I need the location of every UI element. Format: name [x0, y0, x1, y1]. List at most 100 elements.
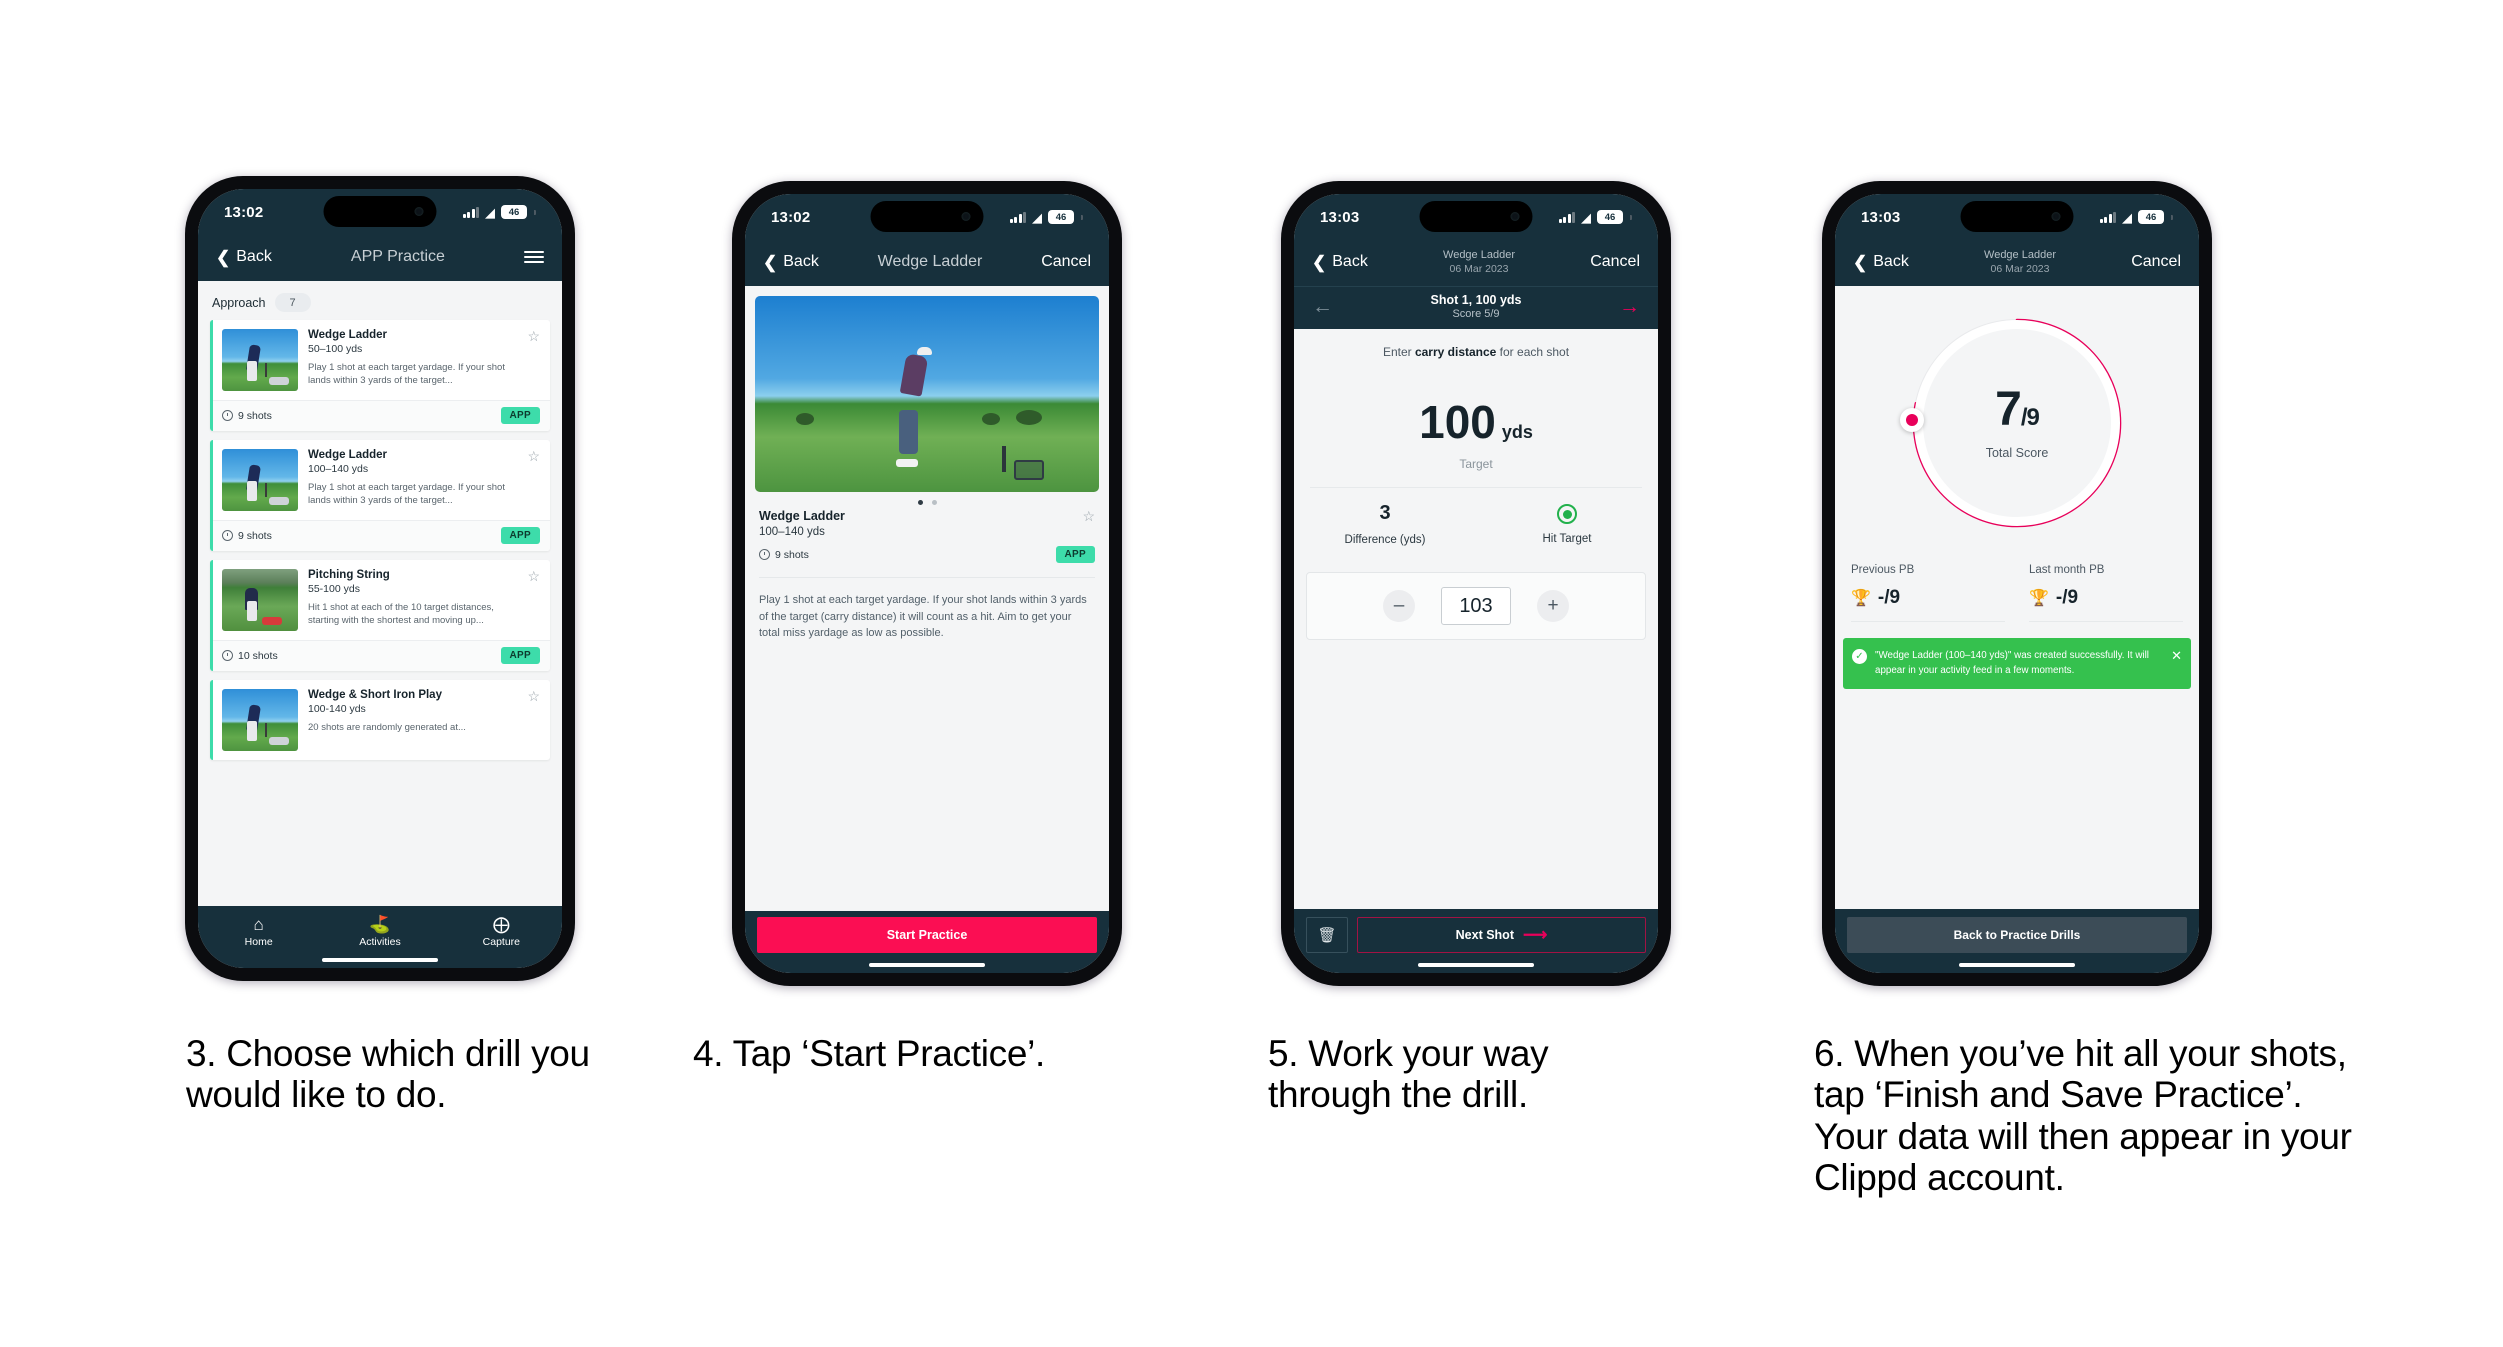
next-shot-arrow-icon[interactable]: → [1619, 296, 1640, 317]
favourite-star-icon[interactable]: ☆ [523, 569, 540, 631]
drill-card[interactable]: Wedge Ladder 50–100 yds Play 1 shot at e… [210, 320, 550, 431]
target-value-row: 100 yds [1294, 395, 1658, 449]
back-to-practice-drills-button[interactable]: Back to Practice Drills [1847, 917, 2187, 953]
score-value: 7 [1995, 383, 2022, 436]
score-gauge: 7/9 Total Score [1900, 312, 2128, 534]
back-button[interactable]: ❮ Back [1312, 253, 1368, 271]
drill-thumbnail [222, 329, 298, 391]
dynamic-island [1419, 201, 1533, 232]
gauge-center: 7/9 Total Score [1923, 329, 2111, 517]
tab-activities-label: Activities [359, 936, 401, 948]
clock-icon [222, 530, 233, 541]
cancel-button[interactable]: Cancel [1041, 253, 1091, 271]
tab-capture-label: Capture [482, 936, 520, 948]
home-indicator [1835, 957, 2199, 973]
home-indicator [198, 952, 562, 968]
status-bar: 13:03 ◢ 46 [1835, 194, 2199, 240]
gauge-knob [1900, 408, 1924, 432]
wifi-icon: ◢ [1032, 209, 1042, 225]
tab-activities[interactable]: ⛳ Activities [319, 914, 440, 949]
clock-icon [759, 549, 770, 560]
dynamic-island [1960, 201, 2074, 232]
drill-card[interactable]: Pitching String 55-100 yds Hit 1 shot at… [210, 560, 550, 671]
success-toast: ✓ "Wedge Ladder (100–140 yds)" was creat… [1843, 638, 2191, 690]
drill-description: Play 1 shot at each target yardage. If y… [308, 362, 505, 387]
drill-range: 55-100 yds [308, 583, 360, 595]
back-button[interactable]: ❮ Back [1853, 253, 1909, 271]
next-shot-label: Next Shot [1455, 928, 1514, 942]
detail-category-tag: APP [1055, 546, 1095, 563]
wifi-icon: ◢ [1581, 209, 1591, 225]
status-time: 13:02 [771, 208, 811, 226]
prompt-pre: Enter [1382, 345, 1415, 359]
phone-2-screen: 13:02 ◢ 46 ❮ Back Wedge Ladder Cancel We… [745, 194, 1109, 973]
phone-bezel: 13:03 ◢ 46 ❮ Back Wedge Ladder 06 Mar 20… [1835, 194, 2199, 973]
start-practice-button[interactable]: Start Practice [757, 917, 1097, 953]
cancel-button[interactable]: Cancel [1590, 253, 1640, 271]
carry-distance-input[interactable]: 103 [1441, 587, 1511, 625]
shot-footer-bar: 🗑 Next Shot ⟶ [1294, 909, 1658, 957]
phone-1-screen: 13:02 ◢ 46 ❮ Back APP Practice Approach … [198, 189, 562, 968]
favourite-star-icon[interactable]: ☆ [523, 689, 540, 751]
tutorial-screenshot-board: 13:02 ◢ 46 ❮ Back APP Practice Approach … [0, 0, 2503, 1347]
caption-step-3: 3. Choose which drill you would like to … [186, 1033, 590, 1116]
dynamic-island [870, 201, 984, 232]
drill-shots-label: 9 shots [238, 529, 272, 542]
tab-home[interactable]: ⌂ Home [198, 914, 319, 949]
prompt-post: for each shot [1496, 345, 1570, 359]
arrow-right-icon: ⟶ [1522, 925, 1548, 944]
page-title: Wedge Ladder 06 Mar 2023 [1909, 249, 2131, 275]
metric-difference: 3 Difference (yds) [1294, 502, 1476, 546]
increment-button[interactable]: + [1537, 590, 1569, 622]
favourite-star-icon[interactable]: ☆ [523, 449, 540, 511]
favourite-star-icon[interactable]: ☆ [1078, 509, 1095, 523]
carry-distance-stepper: – 103 + [1306, 572, 1646, 640]
back-label: Back [783, 253, 819, 270]
phone-mockup-2: 13:02 ◢ 46 ❮ Back Wedge Ladder Cancel We… [732, 181, 1122, 986]
cellular-signal-icon [462, 206, 479, 218]
drill-range: 100–140 yds [308, 463, 369, 475]
previous-pb: Previous PB 🏆 -/9 [1851, 564, 2017, 622]
cancel-button[interactable]: Cancel [2131, 253, 2181, 271]
drill-thumbnail [222, 689, 298, 751]
caption-step-5: 5. Work your way through the drill. [1268, 1033, 1549, 1116]
front-camera-icon [1510, 212, 1520, 221]
back-button[interactable]: ❮ Back [216, 248, 272, 266]
carousel-dots[interactable] [745, 492, 1109, 507]
battery-icon: 46 [1048, 210, 1074, 224]
back-label: Back [236, 248, 272, 265]
drill-title: Wedge Ladder [308, 449, 388, 461]
drill-card[interactable]: Wedge & Short Iron Play 100-140 yds 20 s… [210, 680, 550, 760]
drill-shots: 9 shots [222, 530, 272, 542]
next-shot-button[interactable]: Next Shot ⟶ [1357, 917, 1646, 953]
drill-category-tag: APP [500, 647, 540, 664]
trash-icon[interactable]: 🗑 [1306, 917, 1348, 953]
personal-bests-row: Previous PB 🏆 -/9 Last month PB 🏆 -/9 [1835, 534, 2199, 622]
wifi-icon: ◢ [2122, 209, 2132, 225]
close-icon[interactable]: ✕ [2171, 649, 2182, 678]
metric-hit-target: Hit Target [1476, 502, 1658, 546]
nav-bar: ❮ Back Wedge Ladder 06 Mar 2023 Cancel [1294, 240, 1658, 286]
tab-capture[interactable]: ⨁ Capture [441, 914, 562, 949]
metrics-row: 3 Difference (yds) Hit Target [1294, 488, 1658, 546]
cellular-signal-icon [2099, 211, 2116, 223]
summary-body: 7/9 Total Score Previous PB 🏆 -/9 Last mo… [1835, 286, 2199, 909]
drill-card[interactable]: Wedge Ladder 100–140 yds Play 1 shot at … [210, 440, 550, 551]
shot-title: Shot 1, 100 yds [1430, 293, 1522, 307]
detail-description: Play 1 shot at each target yardage. If y… [759, 577, 1095, 642]
target-unit: yds [1501, 422, 1533, 442]
back-button[interactable]: ❮ Back [763, 253, 819, 271]
status-time: 13:03 [1320, 208, 1360, 226]
hamburger-icon[interactable] [524, 250, 544, 264]
phone-mockup-3: 13:03 ◢ 46 ❮ Back Wedge Ladder 06 Mar 20… [1281, 181, 1671, 986]
chevron-left-icon: ❮ [216, 247, 231, 267]
favourite-star-icon[interactable]: ☆ [523, 329, 540, 391]
back-label: Back [1873, 253, 1909, 270]
decrement-button[interactable]: – [1383, 590, 1415, 622]
previous-shot-arrow-icon[interactable]: ← [1312, 296, 1333, 317]
detail-shots-label: 9 shots [775, 548, 809, 561]
drill-list-body[interactable]: Approach 7 Wedge Ladder 50–100 yds Play … [198, 281, 562, 906]
difference-label: Difference (yds) [1344, 534, 1426, 546]
drill-card-list: Wedge Ladder 50–100 yds Play 1 shot at e… [198, 320, 562, 760]
prompt-bold: carry distance [1414, 345, 1497, 359]
